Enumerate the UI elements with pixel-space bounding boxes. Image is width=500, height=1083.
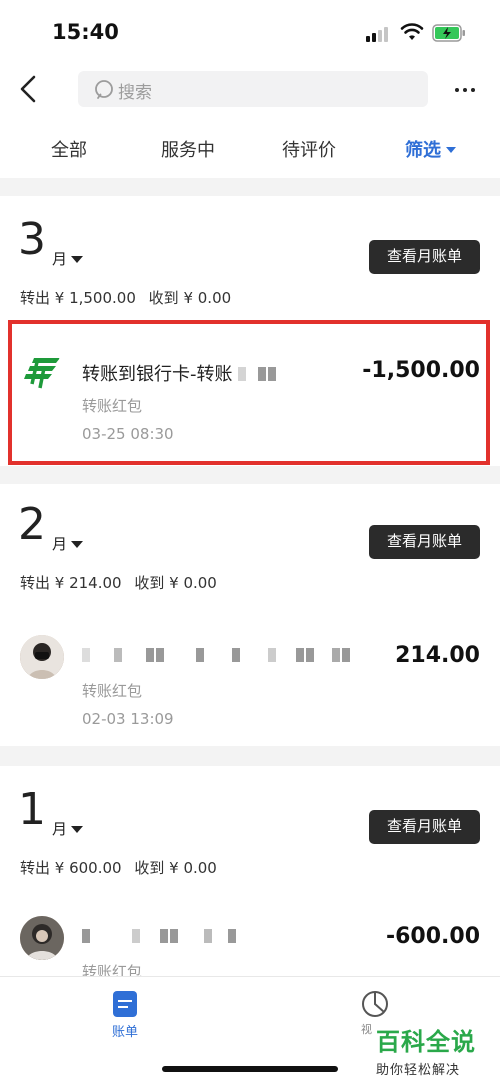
back-icon[interactable] <box>14 72 44 106</box>
month-header: 2 月 查看月账单 转出 ¥ 214.00 收到 ¥ 0.00 <box>0 481 500 601</box>
transaction-title <box>82 645 352 667</box>
caret-down-icon[interactable] <box>71 256 83 263</box>
pixelated-name <box>82 927 238 948</box>
status-bar: 15:40 <box>0 0 500 62</box>
transaction-time: 02-03 13:09 <box>82 710 174 728</box>
month-summary: 转出 ¥ 214.00 收到 ¥ 0.00 <box>20 572 225 593</box>
header: 搜索 <box>0 62 500 118</box>
section-divider <box>0 178 500 196</box>
received-total: 收到 ¥ 0.00 <box>134 574 217 592</box>
month-number[interactable]: 1 <box>18 788 46 832</box>
tab-all[interactable]: 全部 <box>51 136 87 162</box>
month-header: 1 月 查看月账单 转出 ¥ 600.00 收到 ¥ 0.00 <box>0 766 500 886</box>
person-avatar-icon <box>20 916 64 960</box>
battery-charging-icon <box>432 24 465 42</box>
search-input[interactable]: 搜索 <box>78 71 428 107</box>
tab-filter[interactable]: 筛选 <box>405 136 456 162</box>
watermark-title: 百科全说 <box>376 1028 476 1056</box>
caret-down-icon[interactable] <box>71 826 83 833</box>
month-number[interactable]: 3 <box>18 218 46 262</box>
more-options-icon[interactable] <box>450 74 480 104</box>
month-section-january: 1 月 查看月账单 转出 ¥ 600.00 收到 ¥ 0.00 转账红包 -60… <box>0 766 500 976</box>
month-header: 3 月 查看月账单 转出 ¥ 1,500.00 收到 ¥ 0.00 <box>0 196 500 316</box>
watermark: 百科全说 助你轻松解决 <box>376 1022 500 1078</box>
transfer-out-total: 转出 ¥ 214.00 <box>20 574 122 592</box>
view-monthly-bill-button[interactable]: 查看月账单 <box>369 240 480 274</box>
month-unit[interactable]: 月 <box>52 248 67 269</box>
month-summary: 转出 ¥ 600.00 收到 ¥ 0.00 <box>20 857 225 878</box>
received-total: 收到 ¥ 0.00 <box>134 859 217 877</box>
transaction-amount: -600.00 <box>385 924 480 949</box>
bill-icon <box>113 991 137 1017</box>
status-time: 15:40 <box>52 20 119 44</box>
received-total: 收到 ¥ 0.00 <box>148 289 232 307</box>
month-section-february: 2 月 查看月账单 转出 ¥ 214.00 收到 ¥ 0.00 转账红包 02-… <box>0 481 500 746</box>
tab-filter-label: 筛选 <box>405 140 441 161</box>
caret-down-icon <box>446 147 456 153</box>
search-icon <box>95 80 113 99</box>
home-indicator <box>162 1066 338 1072</box>
view-monthly-bill-button[interactable]: 查看月账单 <box>369 525 480 559</box>
watermark-subtitle: 助你轻松解决 <box>376 1063 461 1078</box>
cell-signal-icon <box>366 26 392 42</box>
transaction-type: 转账红包 <box>82 682 143 700</box>
transaction-amount: 214.00 <box>395 643 480 668</box>
nav-stats-label[interactable]: 视 <box>361 1021 372 1037</box>
month-number[interactable]: 2 <box>18 503 46 547</box>
transfer-out-total: 转出 ¥ 600.00 <box>20 859 122 877</box>
transaction-type: 转账红包 <box>82 963 143 976</box>
transfer-out-total: 转出 ¥ 1,500.00 <box>20 289 136 307</box>
search-placeholder: 搜索 <box>118 83 152 103</box>
transaction-row[interactable]: 转账红包 02-03 13:09 214.00 <box>0 609 500 739</box>
tab-in-service[interactable]: 服务中 <box>161 136 215 162</box>
contact-avatar <box>20 916 64 960</box>
pixelated-name <box>82 646 352 667</box>
transaction-row[interactable]: 转账红包 -600.00 <box>0 894 500 976</box>
section-divider <box>0 746 500 766</box>
month-unit[interactable]: 月 <box>52 818 67 839</box>
nav-bill-label: 账单 <box>111 1025 138 1040</box>
caret-down-icon[interactable] <box>71 541 83 548</box>
pie-chart-icon[interactable] <box>360 989 390 1019</box>
contact-avatar <box>20 635 64 679</box>
nav-item-bill[interactable]: 账单 <box>100 991 150 1040</box>
month-summary: 转出 ¥ 1,500.00 收到 ¥ 0.00 <box>20 287 239 308</box>
person-avatar-icon <box>20 635 64 679</box>
transaction-title <box>82 926 238 948</box>
view-monthly-bill-button[interactable]: 查看月账单 <box>369 810 480 844</box>
wifi-icon <box>400 23 424 40</box>
filter-tabs: 全部 服务中 待评价 筛选 <box>0 122 500 172</box>
month-unit[interactable]: 月 <box>52 533 67 554</box>
tab-pending-review[interactable]: 待评价 <box>282 136 336 162</box>
highlight-box <box>8 320 490 465</box>
